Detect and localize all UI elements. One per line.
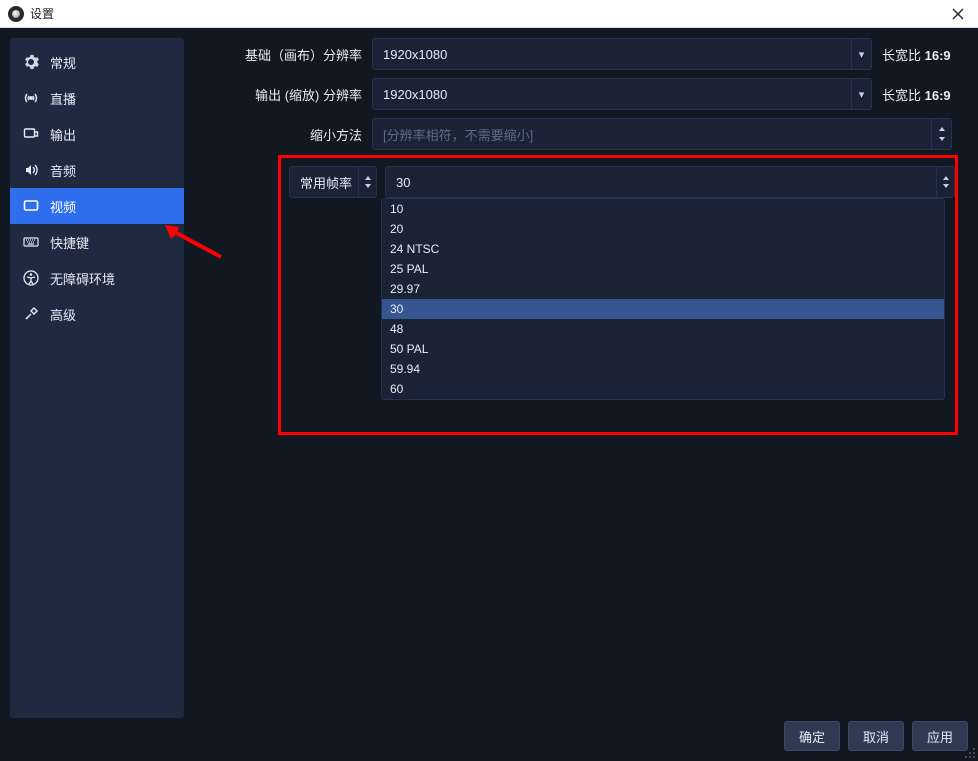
output-resolution-value: 1920x1080: [383, 87, 447, 102]
chevron-down-icon: ▾: [851, 39, 871, 69]
fps-option[interactable]: 59.94: [382, 359, 944, 379]
downscale-filter-label: 缩小方法: [194, 125, 372, 144]
apply-button[interactable]: 应用: [912, 721, 968, 751]
video-settings-panel: 基础（画布）分辨率 1920x1080 ▾ 长宽比 16:9 输出 (缩放) 分…: [194, 38, 968, 709]
speaker-icon: [22, 161, 40, 179]
base-resolution-combo[interactable]: 1920x1080 ▾: [372, 38, 872, 70]
sidebar-item-label: 视频: [50, 197, 76, 216]
spin-icon: [936, 167, 954, 197]
sidebar-item-label: 快捷键: [50, 233, 89, 252]
sidebar-item-stream[interactable]: 直播: [10, 80, 184, 116]
fps-option[interactable]: 10: [382, 199, 944, 219]
tools-icon: [22, 305, 40, 323]
sidebar: 常规 直播 输出 音频 视频: [10, 38, 184, 718]
fps-option[interactable]: 48: [382, 319, 944, 339]
fps-option[interactable]: 30: [382, 299, 944, 319]
fps-type-value: 常用帧率: [300, 173, 352, 192]
sidebar-item-label: 常规: [50, 53, 76, 72]
spin-icon: [358, 167, 376, 197]
resize-grip-icon[interactable]: [964, 747, 976, 759]
base-resolution-row: 基础（画布）分辨率 1920x1080 ▾ 长宽比 16:9: [194, 38, 968, 70]
output-resolution-row: 输出 (缩放) 分辨率 1920x1080 ▾ 长宽比 16:9: [194, 78, 968, 110]
sidebar-item-advanced[interactable]: 高级: [10, 296, 184, 332]
fps-option[interactable]: 60: [382, 379, 944, 399]
fps-option[interactable]: 25 PAL: [382, 259, 944, 279]
base-resolution-value: 1920x1080: [383, 47, 447, 62]
fps-highlight-box: 常用帧率 30 102024 NTSC25 PAL29.97304850 PAL…: [278, 155, 958, 435]
window-title: 设置: [30, 5, 54, 22]
cancel-button[interactable]: 取消: [848, 721, 904, 751]
sidebar-item-video[interactable]: 视频: [10, 188, 184, 224]
sidebar-item-label: 无障碍环境: [50, 269, 115, 288]
fps-type-combo[interactable]: 常用帧率: [289, 166, 377, 198]
sidebar-item-accessibility[interactable]: 无障碍环境: [10, 260, 184, 296]
sidebar-item-hotkeys[interactable]: 快捷键: [10, 224, 184, 260]
output-resolution-label: 输出 (缩放) 分辨率: [194, 85, 372, 104]
fps-option[interactable]: 24 NTSC: [382, 239, 944, 259]
sidebar-item-general[interactable]: 常规: [10, 44, 184, 80]
sidebar-item-label: 高级: [50, 305, 76, 324]
output-resolution-combo[interactable]: 1920x1080 ▾: [372, 78, 872, 110]
dialog-footer: 确定 取消 应用: [784, 721, 968, 751]
sidebar-item-label: 输出: [50, 125, 76, 144]
fps-dropdown[interactable]: 102024 NTSC25 PAL29.97304850 PAL59.9460: [381, 198, 945, 400]
base-resolution-label: 基础（画布）分辨率: [194, 45, 372, 64]
titlebar: 设置: [0, 0, 978, 28]
sidebar-item-output[interactable]: 输出: [10, 116, 184, 152]
output-aspect-ratio: 长宽比 16:9: [882, 85, 951, 104]
fps-option[interactable]: 29.97: [382, 279, 944, 299]
fps-option[interactable]: 50 PAL: [382, 339, 944, 359]
sidebar-item-label: 音频: [50, 161, 76, 180]
chevron-down-icon: ▾: [851, 79, 871, 109]
monitor-icon: [22, 197, 40, 215]
downscale-filter-row: 缩小方法 [分辨率相符，不需要缩小]: [194, 118, 968, 150]
fps-value-text: 30: [396, 175, 410, 190]
output-icon: [22, 125, 40, 143]
ok-button[interactable]: 确定: [784, 721, 840, 751]
gear-icon: [22, 53, 40, 71]
base-aspect-ratio: 长宽比 16:9: [882, 45, 951, 64]
downscale-filter-combo[interactable]: [分辨率相符，不需要缩小]: [372, 118, 952, 150]
fps-value-combo[interactable]: 30: [385, 166, 955, 198]
accessibility-icon: [22, 269, 40, 287]
sidebar-item-label: 直播: [50, 89, 76, 108]
fps-option[interactable]: 20: [382, 219, 944, 239]
spin-icon: [931, 119, 951, 149]
close-button[interactable]: [946, 2, 970, 26]
sidebar-item-audio[interactable]: 音频: [10, 152, 184, 188]
broadcast-icon: [22, 89, 40, 107]
downscale-filter-value: [分辨率相符，不需要缩小]: [383, 125, 533, 144]
app-icon: [8, 6, 24, 22]
keyboard-icon: [22, 233, 40, 251]
